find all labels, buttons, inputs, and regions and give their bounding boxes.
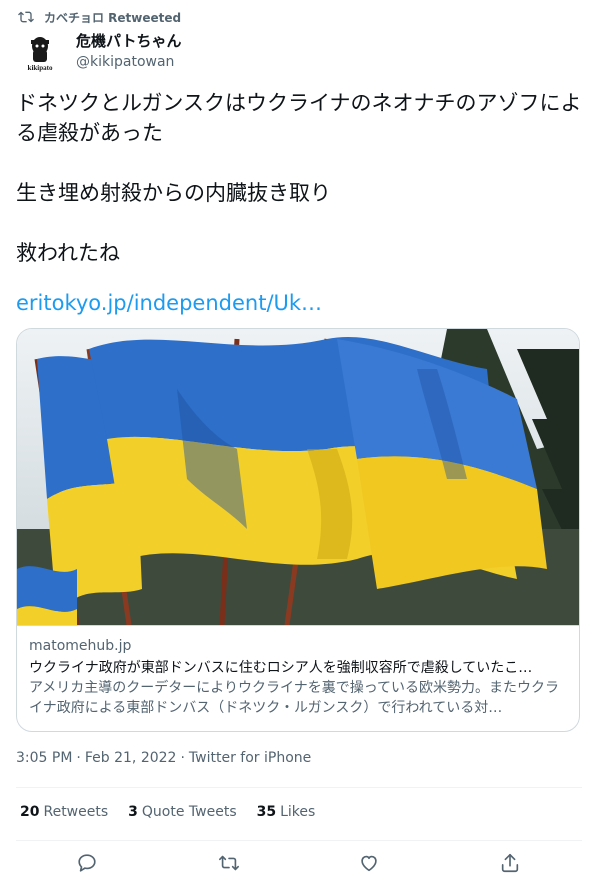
divider [16,840,582,841]
tweet-date[interactable]: Feb 21, 2022 [85,750,177,766]
tweet-stats: 20 Retweets 3 Quote Tweets 35 Likes [20,804,315,820]
reply-button[interactable] [76,852,100,876]
card-title: ウクライナ政府が東部ドンバスに住むロシア人を強制収容所で虐殺していたこ… [29,660,533,676]
retweet-button[interactable] [218,852,242,876]
retweets-count: 20 [20,804,40,820]
author-display-name[interactable]: 危機パトちゃん [76,30,181,52]
author-handle[interactable]: @kikipatowan [76,52,181,72]
reply-icon [78,854,96,872]
quote-tweets-label: Quote Tweets [141,804,237,820]
share-icon [501,853,519,873]
tweet-line-1: ドネツクとルガンスクはウクライナのネオナチのアゾフによる虐殺があった [16,91,582,145]
tweet-text: ドネツクとルガンスクはウクライナのネオナチのアゾフによる虐殺があった 生き埋め射… [16,88,586,268]
author-block[interactable]: 危機パトちゃん @kikipatowan [76,30,181,72]
tweet-link[interactable]: eritokyo.jp/independent/Uk… [16,288,322,318]
tweet-meta: 3:05 PM · Feb 21, 2022 · Twitter for iPh… [16,750,311,766]
tweet-time[interactable]: 3:05 PM [16,750,72,766]
tweet-line-3: 救われたね [16,241,120,265]
card-image[interactable] [17,329,579,625]
share-button[interactable] [499,852,523,876]
link-preview-card[interactable]: matomehub.jp ウクライナ政府が東部ドンバスに住むロシア人を強制収容所… [16,328,580,732]
retweets-label: Retweets [43,804,109,820]
avatar-label: kikipato [28,64,53,72]
likes-count: 35 [256,804,277,820]
avatar[interactable]: kikipato [18,32,62,72]
likes-stat[interactable]: 35 Likes [257,804,316,820]
retweet-icon [18,11,34,23]
card-domain: matomehub.jp [29,638,132,654]
tweet-line-2: 生き埋め射殺からの内臓抜き取り [16,181,331,205]
divider [16,787,582,788]
retweet-icon [219,855,239,871]
quote-tweets-count: 3 [128,804,138,820]
card-body[interactable]: matomehub.jp ウクライナ政府が東部ドンバスに住むロシア人を強制収容所… [17,625,579,731]
retweeted-by-text: カベチョロ Retweeted [44,10,182,25]
tweet-source[interactable]: Twitter for iPhone [189,750,311,766]
heart-icon [361,855,377,872]
retweets-stat[interactable]: 20 Retweets [20,804,108,820]
likes-label: Likes [280,804,316,820]
card-description: アメリカ主導のクーデターによりウクライナを裏で操っている欧米勢力。またウクライナ… [29,680,560,716]
meta-separator: · [180,750,185,766]
quote-tweets-stat[interactable]: 3 Quote Tweets [128,804,236,820]
action-bar [0,846,598,882]
like-button[interactable] [358,852,382,876]
retweeted-by-banner[interactable]: カベチョロ Retweeted [18,8,181,26]
meta-separator: · [76,750,81,766]
